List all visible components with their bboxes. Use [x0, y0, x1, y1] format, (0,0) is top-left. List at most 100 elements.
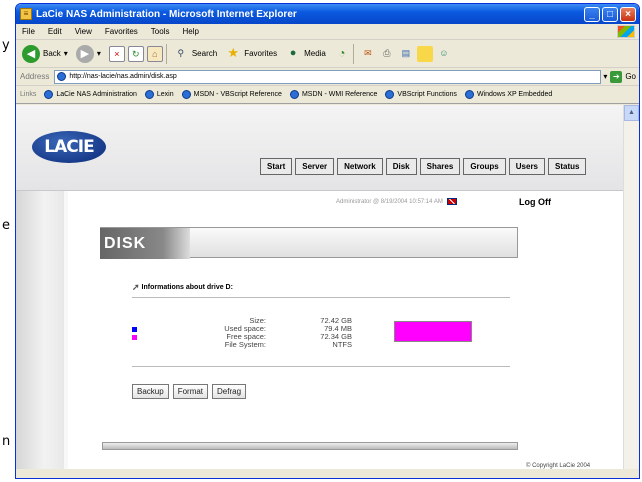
- browser-window: ≡ LaCie NAS Administration - Microsoft I…: [15, 3, 640, 479]
- home-icon[interactable]: ⌂: [146, 45, 163, 62]
- ie-page-icon: [57, 72, 67, 81]
- go-button[interactable]: Go: [625, 72, 636, 81]
- drive-values: 72.42 GB 79.4 MB 72.34 GB NTFS: [292, 317, 352, 349]
- tab-start[interactable]: Start: [260, 158, 293, 175]
- user-info: Administrator @ 8/19/2004 10:57:14 AM: [336, 198, 457, 205]
- back-arrow-icon: ◀: [22, 44, 40, 63]
- media-button[interactable]: ● Media: [285, 46, 326, 62]
- page-title: DISK: [100, 228, 190, 259]
- forward-button[interactable]: ▶ ▾: [75, 44, 101, 63]
- address-dropdown-icon[interactable]: ▾: [603, 72, 607, 81]
- nav-tabs: Start Server Network Disk Shares Groups …: [260, 158, 589, 175]
- background-text: n: [2, 434, 11, 449]
- favorites-button[interactable]: ★ Favorites: [225, 44, 277, 62]
- uk-flag-icon[interactable]: [446, 198, 457, 205]
- app-icon: ≡: [20, 8, 32, 20]
- close-button[interactable]: ×: [620, 6, 636, 22]
- toolbar-separator: [165, 43, 167, 64]
- drive-heading: ➚ Informations about drive D:: [132, 282, 233, 292]
- favorites-star-icon: ★: [227, 44, 240, 60]
- windows-logo-icon: [617, 25, 635, 38]
- backup-button[interactable]: Backup: [132, 384, 169, 399]
- fs-label: File System:: [224, 340, 266, 349]
- tab-server[interactable]: Server: [295, 158, 335, 175]
- background-text: e: [2, 218, 10, 233]
- divider: [132, 366, 510, 367]
- back-button[interactable]: ◀ Back ▾: [22, 44, 68, 63]
- tab-users[interactable]: Users: [508, 158, 546, 175]
- dropdown-arrow-icon[interactable]: ▾: [97, 49, 101, 58]
- ie-link-icon: [181, 90, 191, 99]
- refresh-icon[interactable]: ↻: [127, 45, 144, 62]
- format-button[interactable]: Format: [172, 384, 209, 399]
- print-icon[interactable]: ⎙: [379, 46, 395, 62]
- drive-labels: Size: Used space: Free space: File Syste…: [186, 317, 266, 349]
- left-sidebar: [16, 191, 64, 470]
- section-header: DISK: [100, 227, 518, 259]
- history-icon[interactable]: ◔: [334, 46, 350, 62]
- fs-value: NTFS: [332, 340, 352, 349]
- menu-help[interactable]: Help: [182, 27, 198, 36]
- search-button[interactable]: ⚲ Search: [173, 46, 218, 62]
- background-text: y: [2, 38, 10, 53]
- ie-link-icon: [289, 90, 299, 99]
- vertical-scrollbar[interactable]: ▲: [623, 105, 639, 470]
- stop-icon[interactable]: ×: [108, 45, 125, 62]
- media-icon: ●: [289, 46, 297, 59]
- menu-file[interactable]: File: [22, 27, 35, 36]
- folder-icon[interactable]: [416, 45, 433, 62]
- ie-link-icon: [385, 90, 395, 99]
- tab-network[interactable]: Network: [337, 158, 383, 175]
- toolbar: ◀ Back ▾ ▶ ▾ × ↻ ⌂ ⚲ Search ★ Favorites ● Medi…: [16, 40, 639, 68]
- ie-link-icon: [144, 90, 154, 99]
- used-legend-swatch: [132, 327, 137, 332]
- tab-status[interactable]: Status: [548, 158, 587, 175]
- link-item[interactable]: LaCie NAS Administration: [44, 90, 137, 99]
- menu-tools[interactable]: Tools: [151, 27, 170, 36]
- links-bar: Links LaCie NAS Administration Lexin MSD…: [16, 86, 639, 104]
- menu-bar: File Edit View Favorites Tools Help: [16, 24, 639, 40]
- divider: [64, 191, 68, 470]
- footer-bar: [102, 442, 518, 450]
- dropdown-arrow-icon[interactable]: ▾: [64, 49, 68, 58]
- page-content: LACIE Start Server Network Disk Shares G…: [16, 105, 623, 470]
- divider: [132, 297, 510, 298]
- menu-favorites[interactable]: Favorites: [105, 27, 138, 36]
- address-bar: Address http://nas-lacie/nas.admin/disk.…: [16, 68, 639, 86]
- free-legend-swatch: [132, 335, 137, 340]
- action-buttons: Backup Format Defrag: [132, 384, 250, 399]
- ie-link-icon: [464, 90, 474, 99]
- toolbar-separator: [352, 43, 354, 64]
- address-label: Address: [20, 72, 50, 81]
- forward-arrow-icon: ▶: [75, 44, 94, 63]
- link-item[interactable]: MSDN - WMI Reference: [289, 90, 377, 99]
- maximize-button[interactable]: □: [602, 6, 618, 22]
- go-arrow-icon[interactable]: ➔: [610, 70, 623, 83]
- minimize-button[interactable]: _: [584, 6, 600, 22]
- messenger-icon[interactable]: ☺: [436, 46, 452, 62]
- mail-icon[interactable]: ✉: [360, 46, 376, 62]
- menu-edit[interactable]: Edit: [48, 27, 62, 36]
- link-item[interactable]: Lexin: [144, 90, 174, 99]
- ie-link-icon: [44, 90, 54, 99]
- logoff-link[interactable]: Log Off: [519, 197, 551, 207]
- edit-icon[interactable]: ▤: [398, 46, 414, 62]
- scroll-up-icon[interactable]: ▲: [624, 105, 639, 121]
- tab-shares[interactable]: Shares: [419, 158, 461, 175]
- defrag-button[interactable]: Defrag: [212, 384, 247, 399]
- links-label: Links: [20, 91, 37, 98]
- link-item[interactable]: MSDN - VBScript Reference: [181, 90, 282, 99]
- link-item[interactable]: VBScript Functions: [385, 90, 457, 99]
- address-input[interactable]: http://nas-lacie/nas.admin/disk.asp: [54, 69, 602, 84]
- menu-view[interactable]: View: [75, 27, 92, 36]
- tab-groups[interactable]: Groups: [463, 158, 506, 175]
- window-title: LaCie NAS Administration - Microsoft Int…: [36, 8, 297, 20]
- lacie-logo: LACIE: [32, 131, 106, 163]
- search-icon: ⚲: [177, 47, 185, 58]
- disk-usage-bar: [394, 321, 472, 342]
- title-bar[interactable]: ≡ LaCie NAS Administration - Microsoft I…: [16, 4, 639, 24]
- page-header: LACIE Start Server Network Disk Shares G…: [16, 105, 623, 191]
- address-text: http://nas-lacie/nas.admin/disk.asp: [69, 73, 177, 80]
- link-item[interactable]: Windows XP Embedded: [464, 90, 552, 99]
- tab-disk[interactable]: Disk: [385, 158, 417, 175]
